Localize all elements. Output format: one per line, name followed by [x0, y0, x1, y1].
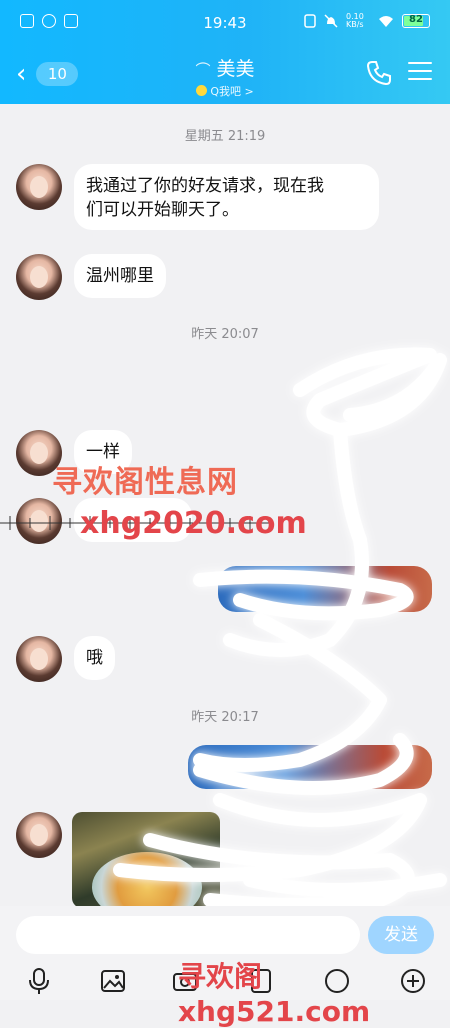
avatar[interactable] — [16, 254, 62, 300]
nfc-icon — [304, 14, 316, 28]
watermark-url: xhg2020.com — [80, 506, 307, 541]
obscured-message — [218, 566, 432, 612]
phone-icon[interactable] — [364, 58, 394, 88]
send-button[interactable]: 发送 — [368, 916, 434, 954]
net-speed: 0.10 KB/s — [346, 12, 364, 29]
menu-line — [408, 78, 432, 80]
chat-header: 19:43 0.10 KB/s 82 ‹ 10 ⌒ 美美 Q我吧 > — [0, 0, 450, 104]
timestamp: 昨天 20:07 — [191, 327, 259, 342]
wifi-icon — [379, 16, 393, 27]
message-bubble[interactable]: 我通过了你的好友请求，现在我 们可以开始聊天了。 — [74, 164, 379, 230]
avatar[interactable] — [16, 812, 62, 858]
status-indicators: 0.10 KB/s 82 — [304, 13, 430, 29]
menu-line — [408, 62, 432, 64]
watermark-text: 寻欢阁性息网 — [52, 465, 238, 500]
food-image — [92, 852, 202, 908]
battery-icon: 82 — [402, 14, 430, 28]
battery-text: 82 — [409, 14, 423, 25]
menu-line — [408, 70, 432, 72]
timestamp: 星期五 21:19 — [184, 129, 266, 144]
avatar[interactable] — [16, 164, 62, 210]
menu-icon[interactable] — [408, 62, 432, 84]
message-line: 我通过了你的好友请求，现在我 — [86, 176, 324, 196]
message-bubble[interactable]: 温州哪里 — [74, 254, 166, 298]
message-line: 们可以开始聊天了。 — [86, 200, 239, 220]
subtitle-text: Q我吧 > — [210, 85, 254, 98]
timestamp: 昨天 20:17 — [191, 710, 259, 725]
smile-icon — [196, 85, 208, 96]
message-input[interactable] — [16, 916, 360, 954]
image-message[interactable] — [72, 812, 220, 908]
avatar[interactable] — [16, 636, 62, 682]
obscured-message — [188, 745, 432, 789]
ear-icon: ⌒ — [195, 61, 211, 79]
status-bar: 19:43 0.10 KB/s 82 — [0, 0, 450, 44]
image-icon[interactable] — [98, 966, 128, 996]
mute-icon — [324, 14, 338, 28]
microphone-icon[interactable] — [24, 966, 54, 996]
nav-bar: ‹ 10 ⌒ 美美 Q我吧 > — [0, 50, 450, 100]
message-bubble[interactable]: 哦 — [74, 636, 115, 680]
contact-name: 美美 — [216, 58, 255, 80]
watermark-bottom: 寻欢阁xhg521.com — [178, 960, 371, 1028]
